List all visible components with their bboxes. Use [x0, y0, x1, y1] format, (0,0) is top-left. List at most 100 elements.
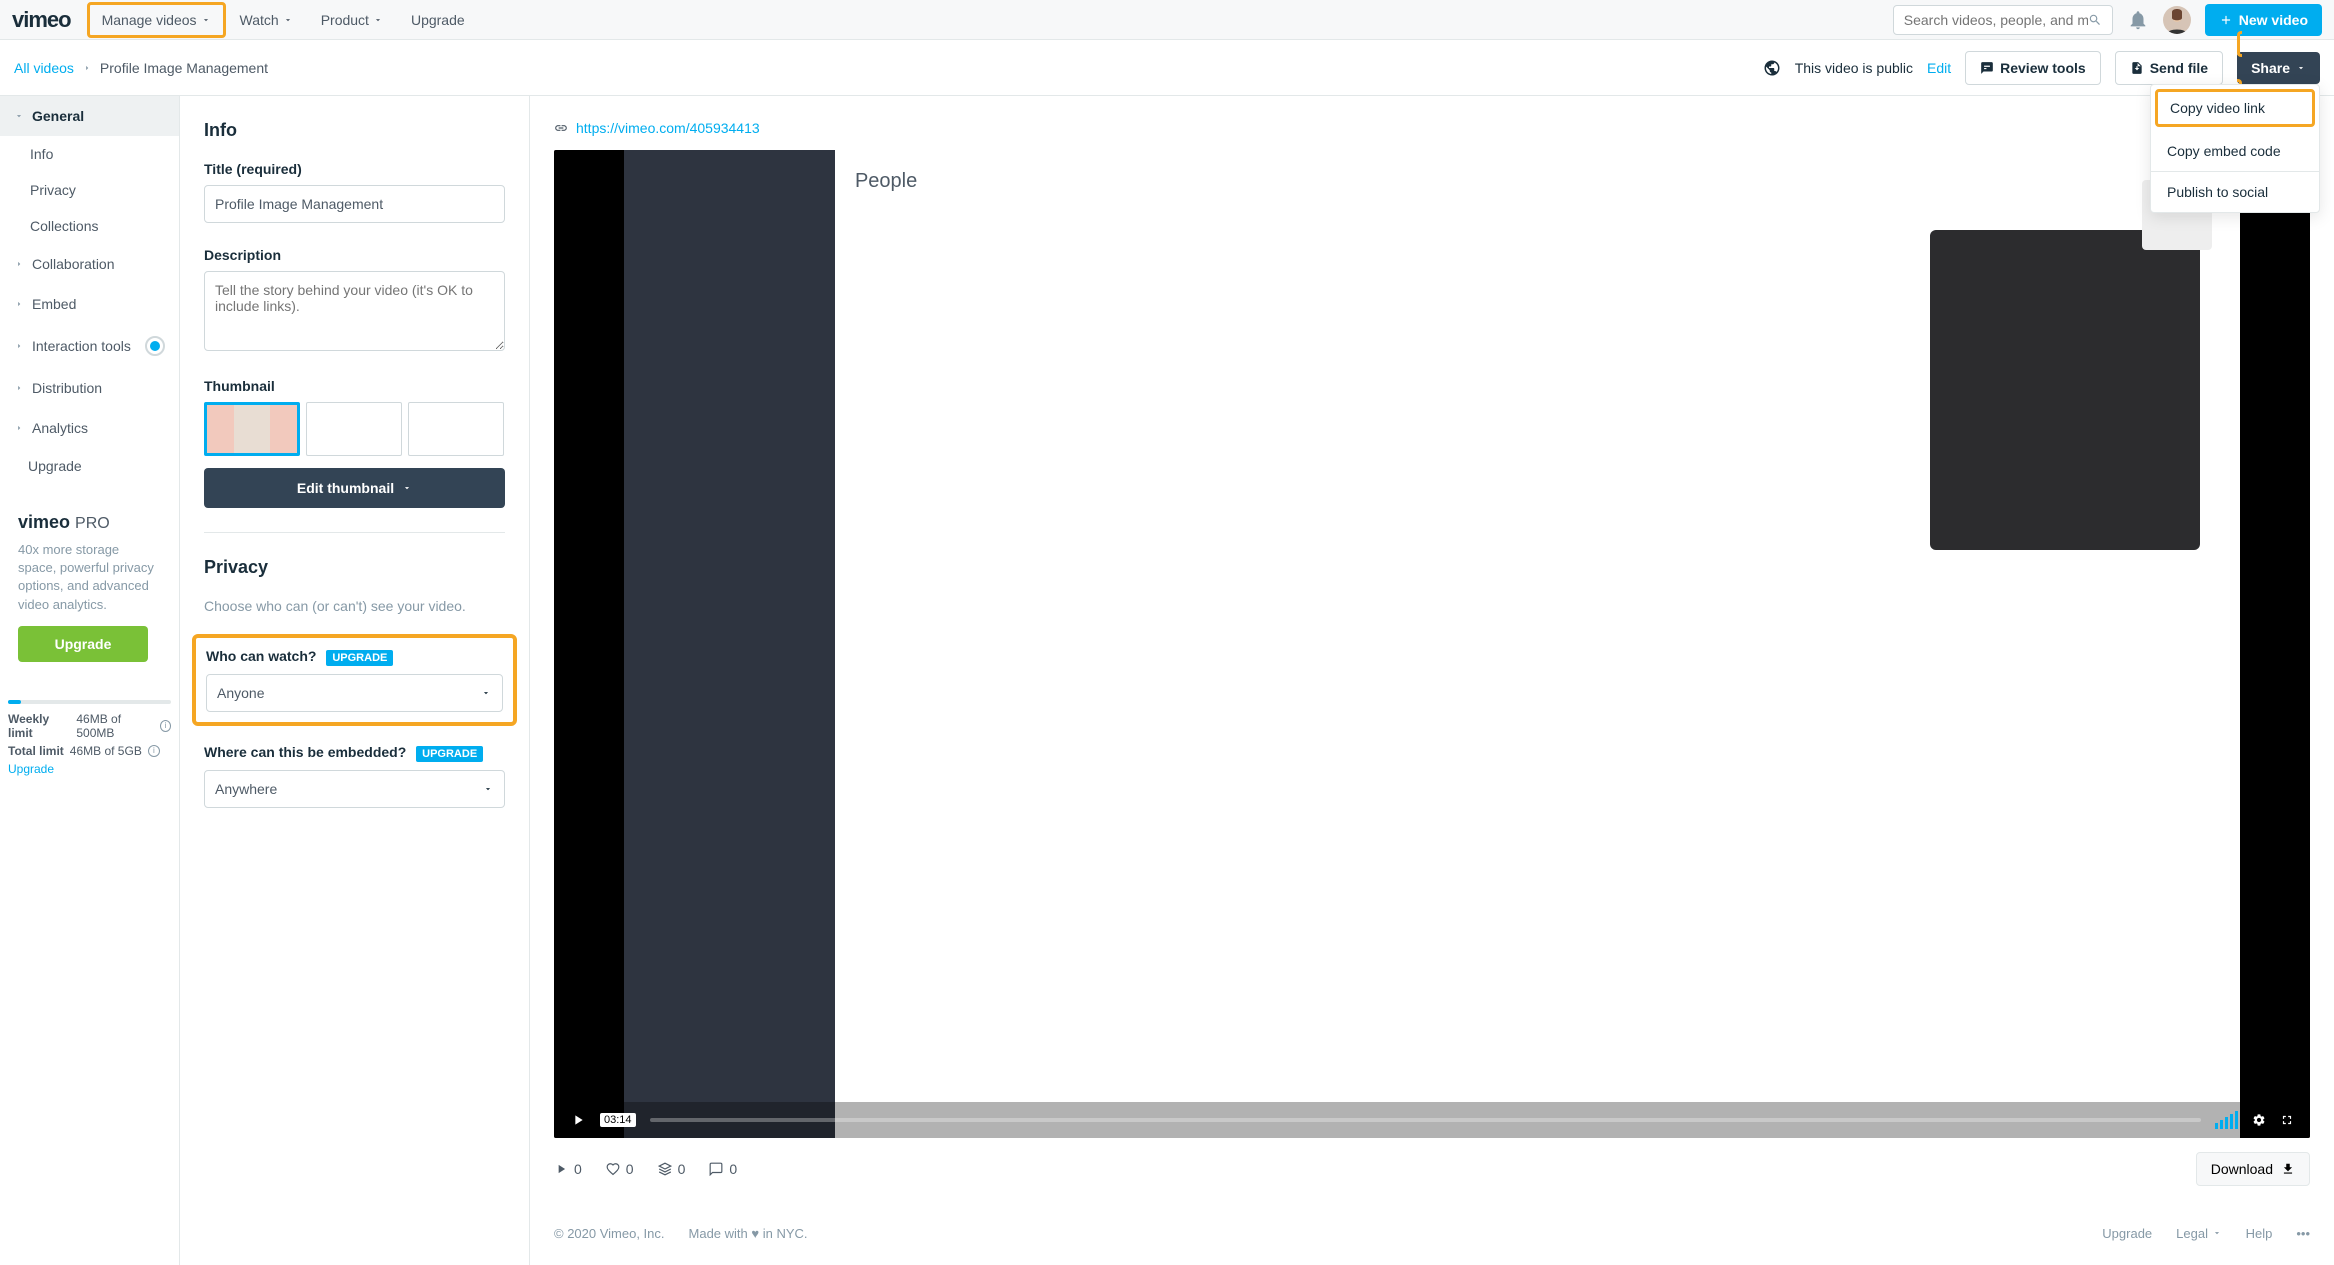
description-textarea[interactable]	[204, 271, 505, 351]
settings-icon[interactable]	[2252, 1113, 2266, 1127]
breadcrumb-back[interactable]: All videos	[14, 60, 74, 76]
sidebar-interaction[interactable]: Interaction tools	[0, 324, 179, 368]
stat-plays[interactable]: 0	[554, 1161, 582, 1177]
search-box[interactable]	[1893, 5, 2113, 35]
heart-icon	[606, 1162, 620, 1176]
title-input[interactable]	[204, 185, 505, 223]
edit-thumbnail-button[interactable]: Edit thumbnail	[204, 468, 505, 508]
upgrade-badge[interactable]: UPGRADE	[326, 650, 393, 666]
promo-box: vimeo PRO 40x more storage space, powerf…	[8, 498, 171, 676]
review-tools-button[interactable]: Review tools	[1965, 51, 2101, 85]
player-controls: 03:14	[554, 1102, 2310, 1138]
play-icon	[554, 1162, 568, 1176]
sidebar-info[interactable]: Info	[0, 136, 179, 172]
sidebar-distribution[interactable]: Distribution	[0, 368, 179, 408]
volume-icon[interactable]	[2215, 1111, 2238, 1129]
total-limit-label: Total limit	[8, 744, 64, 758]
privacy-status-text: This video is public	[1795, 60, 1913, 76]
sidebar-label: General	[32, 108, 84, 124]
globe-icon	[1763, 59, 1781, 77]
chevron-down-icon	[283, 15, 293, 25]
embed-where-select[interactable]: Anywhere	[204, 770, 505, 808]
progress-bar[interactable]	[650, 1118, 2201, 1122]
new-video-button[interactable]: New video	[2205, 4, 2322, 36]
sidebar-label: Analytics	[32, 420, 88, 436]
edit-privacy-link[interactable]: Edit	[1927, 60, 1951, 76]
stat-likes[interactable]: 0	[606, 1161, 634, 1177]
promo-text: 40x more storage space, powerful privacy…	[18, 541, 161, 614]
sidebar-collaboration[interactable]: Collaboration	[0, 244, 179, 284]
search-input[interactable]	[1904, 12, 2088, 28]
upgrade-badge[interactable]: UPGRADE	[416, 746, 483, 762]
notifications-icon[interactable]	[2127, 9, 2149, 31]
info-section-title: Info	[204, 120, 505, 141]
chevron-right-icon	[14, 299, 24, 309]
sidebar-collections[interactable]: Collections	[0, 208, 179, 244]
chevron-down-icon	[14, 111, 24, 121]
info-icon[interactable]: i	[148, 745, 160, 757]
sidebar-analytics[interactable]: Analytics	[0, 408, 179, 448]
footer-upgrade[interactable]: Upgrade	[2102, 1226, 2152, 1241]
sidebar-label: Interaction tools	[32, 338, 131, 354]
title-label: Title (required)	[204, 161, 505, 177]
logo[interactable]: vimeo	[12, 7, 71, 33]
fullscreen-icon[interactable]	[2280, 1113, 2294, 1127]
video-url-link[interactable]: https://vimeo.com/405934413	[576, 120, 760, 136]
sidebar-embed[interactable]: Embed	[0, 284, 179, 324]
video-url-row: https://vimeo.com/405934413	[554, 120, 2310, 136]
nav-label: Manage videos	[102, 12, 197, 28]
send-file-button[interactable]: Send file	[2115, 51, 2223, 85]
thumbnail-option-1[interactable]	[204, 402, 300, 456]
chevron-down-icon	[483, 784, 493, 794]
nav-watch[interactable]: Watch	[226, 2, 307, 38]
share-publish-social[interactable]: Publish to social	[2151, 172, 2319, 212]
footer-more[interactable]: •••	[2296, 1226, 2310, 1241]
review-icon	[1980, 61, 1994, 75]
chevron-right-icon	[14, 341, 24, 351]
breadcrumb-current: Profile Image Management	[100, 60, 268, 76]
chevron-down-icon	[2212, 1228, 2222, 1238]
button-label: New video	[2239, 12, 2308, 28]
link-icon	[554, 121, 568, 135]
form-column: Info Title (required) Description Thumbn…	[180, 96, 530, 1265]
sidebar-privacy[interactable]: Privacy	[0, 172, 179, 208]
avatar[interactable]	[2163, 6, 2191, 34]
limits-upgrade-link[interactable]: Upgrade	[8, 762, 54, 776]
footer-legal[interactable]: Legal	[2176, 1226, 2221, 1241]
stat-comments[interactable]: 0	[709, 1161, 737, 1177]
video-player[interactable]: People 03:14	[554, 150, 2310, 1138]
layers-icon	[658, 1162, 672, 1176]
download-button[interactable]: Download	[2196, 1152, 2310, 1186]
video-column: https://vimeo.com/405934413 People 03:14	[530, 96, 2334, 1265]
sidebar-label: Embed	[32, 296, 76, 312]
info-icon[interactable]: i	[160, 720, 171, 732]
thumbnail-option-2[interactable]	[306, 402, 402, 456]
nav-upgrade[interactable]: Upgrade	[397, 2, 479, 38]
storage-limits: Weekly limit 46MB of 500MB i Total limit…	[0, 690, 179, 794]
thumbnail-label: Thumbnail	[204, 378, 505, 394]
search-icon	[2088, 13, 2102, 27]
stat-value: 0	[574, 1161, 582, 1177]
nav-manage-videos[interactable]: Manage videos	[87, 2, 226, 38]
play-icon[interactable]	[570, 1112, 586, 1128]
sidebar-general[interactable]: General	[0, 96, 179, 136]
send-file-icon	[2130, 61, 2144, 75]
stat-collections[interactable]: 0	[658, 1161, 686, 1177]
who-can-watch-select[interactable]: Anyone	[206, 674, 503, 712]
share-button[interactable]: Share	[2237, 52, 2320, 84]
chevron-down-icon	[402, 483, 412, 493]
share-copy-embed[interactable]: Copy embed code	[2151, 131, 2319, 171]
footer-help[interactable]: Help	[2246, 1226, 2273, 1241]
weekly-limit-label: Weekly limit	[8, 712, 70, 740]
sidebar-upgrade[interactable]: Upgrade	[0, 448, 179, 484]
video-preview: People	[554, 150, 2310, 1138]
stat-value: 0	[678, 1161, 686, 1177]
button-label: Send file	[2150, 60, 2208, 76]
thumbnail-option-3[interactable]	[408, 402, 504, 456]
promo-upgrade-button[interactable]: Upgrade	[18, 626, 148, 662]
nav-product[interactable]: Product	[307, 2, 397, 38]
stat-value: 0	[626, 1161, 634, 1177]
button-label: Share	[2251, 60, 2290, 76]
share-copy-link[interactable]: Copy video link	[2155, 89, 2315, 127]
chevron-down-icon	[481, 688, 491, 698]
